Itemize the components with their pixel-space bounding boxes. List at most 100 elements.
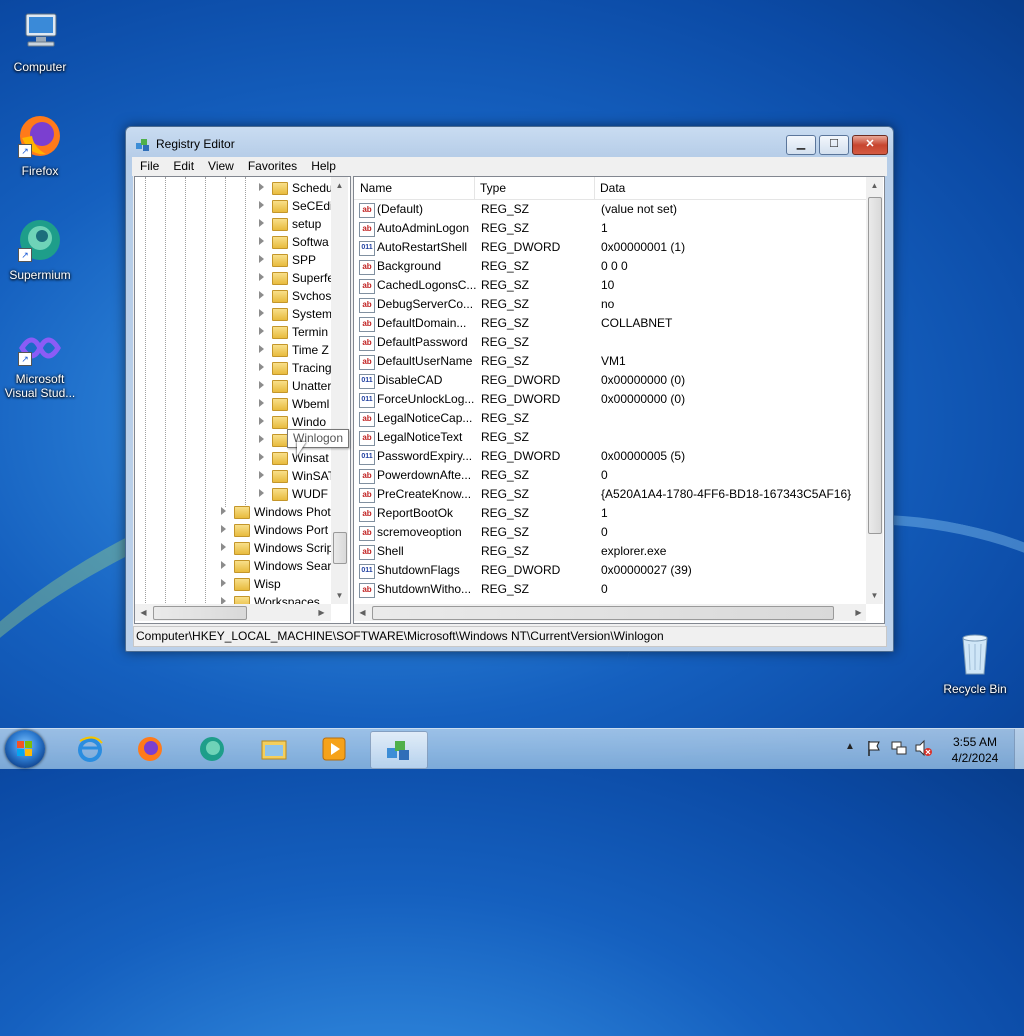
menu-help[interactable]: Help — [303, 157, 342, 173]
list-row[interactable]: ab PowerdownAfte... REG_SZ 0 — [354, 466, 866, 485]
list-hscroll-thumb[interactable] — [372, 606, 834, 620]
minimize-button[interactable]: ▁ — [786, 135, 816, 155]
taskbar-firefox[interactable] — [122, 731, 178, 767]
list-row[interactable]: ab (Default) REG_SZ (value not set) — [354, 200, 866, 219]
close-button[interactable]: ✕ — [852, 135, 888, 155]
tree-node[interactable]: Windows Sear — [135, 557, 331, 575]
desktop-icon-visual-studio[interactable]: ↗ Microsoft Visual Stud... — [0, 328, 80, 400]
list-scroll-thumb[interactable] — [868, 197, 882, 534]
maximize-button[interactable]: ☐ — [819, 135, 849, 155]
expand-arrow-icon[interactable] — [259, 489, 264, 497]
list-row[interactable]: ab ShutdownWitho... REG_SZ 0 — [354, 580, 866, 599]
tree-node[interactable]: Tracing — [135, 359, 332, 377]
tree-node[interactable]: setup — [135, 215, 331, 233]
expand-arrow-icon[interactable] — [259, 291, 264, 299]
show-hidden-icons-chevron-icon[interactable]: ▲ — [845, 741, 855, 752]
tree-node[interactable]: Windows Scrip — [135, 539, 333, 557]
expand-arrow-icon[interactable] — [259, 255, 264, 263]
show-desktop-button[interactable] — [1014, 729, 1024, 769]
expand-arrow-icon[interactable] — [259, 435, 264, 443]
tree-node[interactable]: Time Z — [135, 341, 331, 359]
tree-scroll-thumb[interactable] — [333, 532, 347, 564]
desktop-icon-firefox[interactable]: ↗ Firefox — [0, 112, 80, 178]
taskbar-media-player[interactable] — [306, 731, 362, 767]
scroll-left-arrow-icon[interactable]: ◀ — [354, 604, 371, 621]
expand-arrow-icon[interactable] — [221, 561, 226, 569]
expand-arrow-icon[interactable] — [221, 507, 226, 515]
expand-arrow-icon[interactable] — [259, 201, 264, 209]
scroll-up-arrow-icon[interactable]: ▲ — [331, 177, 348, 194]
menu-file[interactable]: File — [132, 157, 165, 173]
tree-node[interactable]: WinSAT — [135, 467, 335, 485]
scroll-right-arrow-icon[interactable]: ▶ — [313, 604, 330, 621]
title-bar[interactable]: Registry Editor ▁ ☐ ✕ — [126, 127, 893, 157]
taskbar-file-explorer[interactable] — [246, 731, 302, 767]
desktop-icon-recycle-bin[interactable]: Recycle Bin — [935, 630, 1015, 696]
expand-arrow-icon[interactable] — [221, 579, 226, 587]
tree-node[interactable]: Superfe — [135, 269, 334, 287]
list-horizontal-scrollbar[interactable]: ◀ ▶ — [354, 604, 866, 621]
start-button[interactable] — [5, 730, 45, 768]
menu-favorites[interactable]: Favorites — [240, 157, 303, 173]
tree-node[interactable]: Svchos — [135, 287, 331, 305]
expand-arrow-icon[interactable] — [221, 525, 226, 533]
list-row[interactable]: 011 ForceUnlockLog... REG_DWORD 0x00000000 … — [354, 390, 866, 409]
expand-arrow-icon[interactable] — [259, 381, 264, 389]
tree-node[interactable]: Wisp — [135, 575, 331, 593]
menu-edit[interactable]: Edit — [165, 157, 200, 173]
tree-node[interactable]: SeCEdit — [135, 197, 336, 215]
tree-node[interactable]: WUDF — [135, 485, 331, 503]
list-row[interactable]: 011 PasswordExpiry... REG_DWORD 0x00000005 … — [354, 447, 866, 466]
tree-node[interactable]: Schedu — [135, 179, 333, 197]
tree-node[interactable]: Windows Phot — [135, 503, 331, 521]
expand-arrow-icon[interactable] — [259, 309, 264, 317]
expand-arrow-icon[interactable] — [259, 345, 264, 353]
expand-arrow-icon[interactable] — [221, 543, 226, 551]
taskbar-supermium[interactable] — [184, 731, 240, 767]
tree-vertical-scrollbar[interactable]: ▲ ▼ — [331, 177, 348, 604]
list-row[interactable]: ab DefaultDomain... REG_SZ COLLABNET — [354, 314, 866, 333]
tree-node[interactable]: Softwa — [135, 233, 331, 251]
expand-arrow-icon[interactable] — [259, 453, 264, 461]
desktop-icon-supermium[interactable]: ↗ Supermium — [0, 216, 80, 282]
expand-arrow-icon[interactable] — [259, 183, 264, 191]
list-row[interactable]: ab CachedLogonsC... REG_SZ 10 — [354, 276, 866, 295]
expand-arrow-icon[interactable] — [259, 363, 264, 371]
list-row[interactable]: ab Background REG_SZ 0 0 0 — [354, 257, 866, 276]
scroll-left-arrow-icon[interactable]: ◀ — [135, 604, 152, 621]
list-vertical-scrollbar[interactable]: ▲ ▼ — [866, 177, 883, 604]
list-row[interactable]: ab DefaultUserName REG_SZ VM1 — [354, 352, 866, 371]
column-data[interactable]: Data — [594, 177, 866, 199]
scroll-down-arrow-icon[interactable]: ▼ — [331, 587, 348, 604]
expand-arrow-icon[interactable] — [259, 417, 264, 425]
action-center-flag-icon[interactable] — [866, 739, 882, 760]
list-row[interactable]: ab DebugServerCo... REG_SZ no — [354, 295, 866, 314]
tree-node[interactable]: SPP — [135, 251, 331, 269]
volume-muted-icon[interactable] — [914, 739, 932, 760]
expand-arrow-icon[interactable] — [259, 471, 264, 479]
expand-arrow-icon[interactable] — [259, 219, 264, 227]
tree-horizontal-scrollbar[interactable]: ◀ ▶ — [135, 604, 331, 621]
list-row[interactable]: ab LegalNoticeText REG_SZ — [354, 428, 866, 447]
expand-arrow-icon[interactable] — [259, 399, 264, 407]
list-row[interactable]: ab PreCreateKnow... REG_SZ {A520A1A4-1780-4… — [354, 485, 866, 504]
network-icon[interactable] — [890, 739, 908, 760]
list-row[interactable]: ab ReportBootOk REG_SZ 1 — [354, 504, 866, 523]
scroll-up-arrow-icon[interactable]: ▲ — [866, 177, 883, 194]
registry-tree[interactable]: Schedu SeCEdit setup Softwa SPP Superfe Svchos… — [134, 176, 351, 624]
column-name[interactable]: Name — [354, 177, 475, 199]
list-row[interactable]: ab AutoAdminLogon REG_SZ 1 — [354, 219, 866, 238]
list-row[interactable]: ab Shell REG_SZ explorer.exe — [354, 542, 866, 561]
expand-arrow-icon[interactable] — [259, 237, 264, 245]
tree-node[interactable]: Wbeml — [135, 395, 331, 413]
taskbar-registry-editor[interactable] — [370, 731, 428, 769]
desktop-icon-computer[interactable]: Computer — [0, 8, 80, 74]
tree-node[interactable]: Unatter — [135, 377, 331, 395]
taskbar-internet-explorer[interactable] — [62, 731, 118, 767]
values-list[interactable]: Name Type Data ab (Default) REG_SZ (value n… — [353, 176, 885, 624]
scroll-right-arrow-icon[interactable]: ▶ — [850, 604, 867, 621]
list-row[interactable]: ab DefaultPassword REG_SZ — [354, 333, 866, 352]
tree-node[interactable]: Termin — [135, 323, 331, 341]
menu-view[interactable]: View — [200, 157, 240, 173]
scroll-down-arrow-icon[interactable]: ▼ — [866, 587, 883, 604]
